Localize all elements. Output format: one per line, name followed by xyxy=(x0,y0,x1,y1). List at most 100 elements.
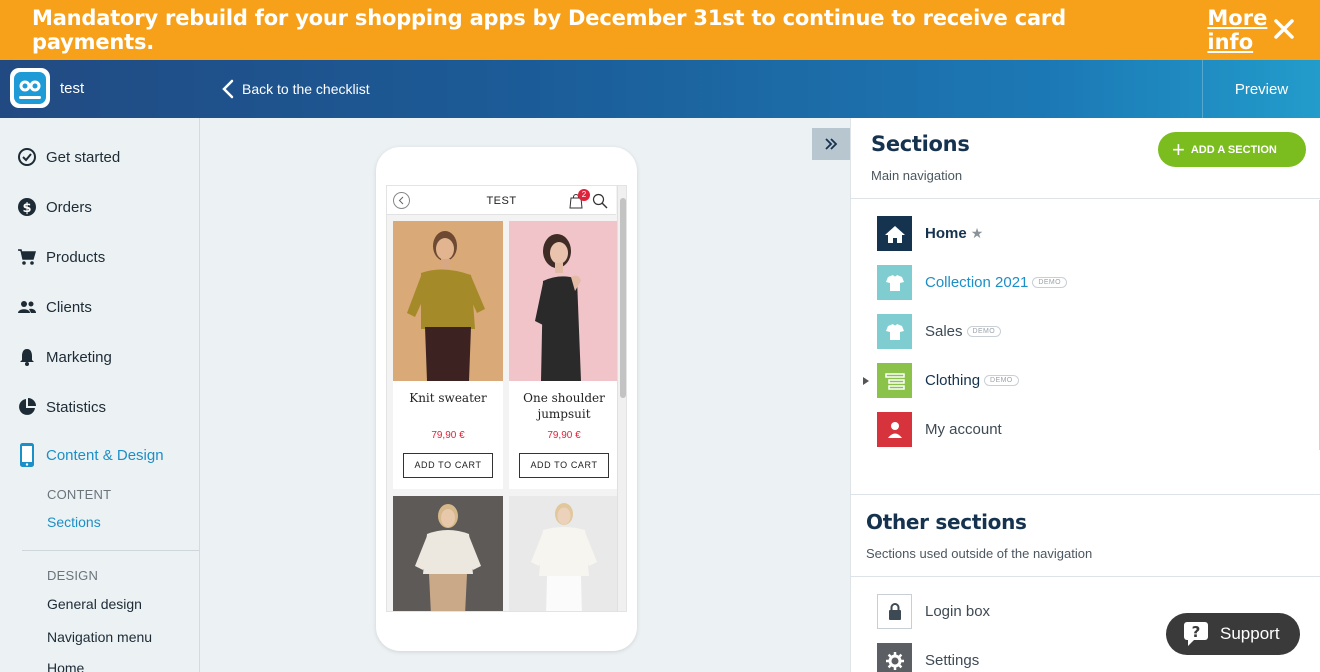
dollar-icon: $ xyxy=(16,196,38,218)
app-logo xyxy=(10,68,50,108)
add-section-button[interactable]: + ADD A SECTION xyxy=(1158,132,1306,167)
sidebar-subitem-general-design[interactable]: General design xyxy=(47,596,142,612)
sidebar-item-label: Get started xyxy=(46,148,121,166)
section-label: Home xyxy=(925,225,967,242)
section-item-login-box[interactable]: Login box xyxy=(877,594,990,629)
sidebar-subitem-sections[interactable]: Sections xyxy=(47,514,101,530)
section-label: Login box xyxy=(925,603,991,620)
sidebar: Get started $ Orders Products Clients Ma… xyxy=(0,118,200,672)
sidebar-item-clients[interactable]: Clients xyxy=(16,296,92,318)
section-item-home[interactable]: Home ★ xyxy=(877,216,983,251)
sidebar-item-label: Content & Design xyxy=(46,446,164,464)
shirts-icon xyxy=(877,314,912,349)
preview-button[interactable]: Preview xyxy=(1202,60,1320,118)
section-item-collection-2021[interactable]: Collection 2021 DEMO xyxy=(877,265,1068,300)
sidebar-divider xyxy=(22,550,199,551)
product-price: 79,90 € xyxy=(431,430,465,441)
expand-caret-icon[interactable] xyxy=(863,377,869,385)
sidebar-subitem-home[interactable]: Home xyxy=(47,660,84,672)
product-image-jumpsuit xyxy=(509,221,619,381)
content-heading: CONTENT xyxy=(47,487,112,502)
section-label: Settings xyxy=(925,652,980,669)
product-card[interactable]: One shoulder jumpsuit 79,90 € ADD TO CAR… xyxy=(509,221,619,489)
support-button[interactable]: ? Support xyxy=(1166,613,1300,655)
sidebar-subitem-navigation-menu[interactable]: Navigation menu xyxy=(47,629,152,645)
sidebar-item-label: Marketing xyxy=(46,348,112,366)
section-label: Clothing xyxy=(925,372,981,389)
add-to-cart-button[interactable]: ADD TO CART xyxy=(519,453,609,478)
sections-title: Sections xyxy=(871,132,970,156)
back-label: Back to the checklist xyxy=(242,81,370,97)
support-label: Support xyxy=(1220,624,1280,643)
phone-preview-screen[interactable]: TEST 2 Knit sweater 79,90 € ADD TO CART xyxy=(386,185,627,612)
chevron-left-icon xyxy=(222,79,234,99)
lock-icon xyxy=(877,594,912,629)
add-to-cart-button[interactable]: ADD TO CART xyxy=(403,453,493,478)
product-price: 79,90 € xyxy=(547,430,581,441)
double-chevron-right-icon xyxy=(825,138,838,150)
section-label: Collection 2021 xyxy=(925,274,1029,291)
logo-icon xyxy=(14,72,46,104)
list-icon xyxy=(877,363,912,398)
svg-text:$: $ xyxy=(22,201,31,216)
sidebar-item-statistics[interactable]: Statistics xyxy=(16,396,106,418)
product-name: One shoulder jumpsuit xyxy=(523,391,605,421)
sections-panel: Sections Main navigation + ADD A SECTION… xyxy=(850,118,1320,672)
product-image-knit-sweater xyxy=(393,221,503,381)
sections-subtitle: Main navigation xyxy=(871,168,963,183)
product-card[interactable] xyxy=(393,496,503,611)
cart-count-badge: 2 xyxy=(578,189,590,201)
plus-icon: + xyxy=(1172,136,1185,162)
section-item-my-account[interactable]: My account xyxy=(877,412,1002,447)
shirts-icon xyxy=(877,265,912,300)
people-icon xyxy=(16,296,38,318)
phone-icon xyxy=(16,443,38,467)
sidebar-item-label: Statistics xyxy=(46,398,107,416)
sidebar-item-marketing[interactable]: Marketing xyxy=(16,346,112,368)
panel-divider xyxy=(851,494,1320,495)
section-label: Sales xyxy=(925,323,963,340)
product-image-white-knit xyxy=(509,496,619,611)
add-section-label: ADD A SECTION xyxy=(1190,143,1277,156)
panel-divider xyxy=(851,198,1320,199)
panel-divider xyxy=(851,576,1320,577)
help-chat-icon: ? xyxy=(1184,622,1208,646)
app-name[interactable]: test xyxy=(60,80,84,97)
sidebar-item-get-started[interactable]: Get started xyxy=(16,146,120,168)
preview-scrollbar[interactable] xyxy=(617,186,626,611)
more-info-link[interactable]: More info xyxy=(1207,6,1320,54)
svg-text:?: ? xyxy=(1192,623,1201,641)
section-item-settings[interactable]: Settings xyxy=(877,643,979,672)
check-circle-icon xyxy=(16,146,38,168)
search-icon[interactable] xyxy=(592,193,608,209)
sidebar-item-orders[interactable]: $ Orders xyxy=(16,196,92,218)
other-sections-subtitle: Sections used outside of the navigation xyxy=(866,546,1093,561)
bell-icon xyxy=(16,346,38,368)
product-card[interactable] xyxy=(509,496,619,611)
section-item-sales[interactable]: Sales DEMO xyxy=(877,314,1002,349)
user-icon xyxy=(877,412,912,447)
announcement-banner: Mandatory rebuild for your shopping apps… xyxy=(0,0,1320,60)
sidebar-item-label: Clients xyxy=(46,298,92,316)
cart-icon xyxy=(16,246,38,268)
home-icon xyxy=(877,216,912,251)
demo-badge: DEMO xyxy=(966,326,1002,337)
product-image-white-sweater xyxy=(393,496,503,611)
demo-badge: DEMO xyxy=(984,375,1019,386)
close-icon[interactable] xyxy=(1270,15,1298,43)
gear-icon xyxy=(877,643,912,672)
sidebar-item-content-design[interactable]: Content & Design xyxy=(16,443,164,467)
sidebar-item-label: Products xyxy=(46,248,106,266)
scroll-thumb[interactable] xyxy=(620,198,626,398)
product-name: Knit sweater xyxy=(409,391,487,405)
app-header: TEST 2 xyxy=(387,186,616,215)
section-label: My account xyxy=(925,421,1002,438)
sidebar-item-label: Orders xyxy=(46,198,92,216)
section-item-clothing[interactable]: Clothing DEMO xyxy=(877,363,1019,398)
product-card[interactable]: Knit sweater 79,90 € ADD TO CART xyxy=(393,221,503,489)
collapse-panel-button[interactable] xyxy=(812,128,850,160)
demo-badge: DEMO xyxy=(1032,277,1068,288)
sidebar-item-products[interactable]: Products xyxy=(16,246,105,268)
back-to-checklist-link[interactable]: Back to the checklist xyxy=(222,79,370,99)
design-heading: DESIGN xyxy=(47,568,99,583)
